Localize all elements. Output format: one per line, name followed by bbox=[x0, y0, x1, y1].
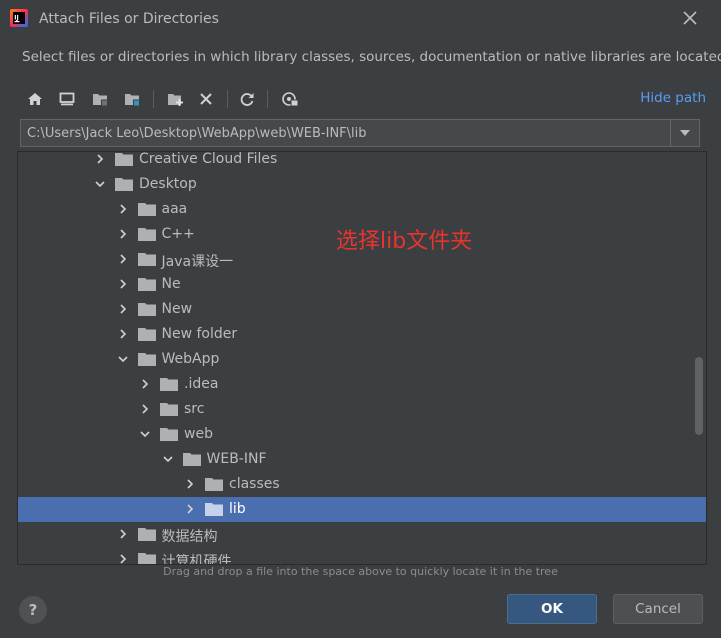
chevron-right-icon[interactable] bbox=[117, 278, 129, 290]
annotation-text: 选择lib文件夹 bbox=[336, 229, 473, 254]
hide-path-link[interactable]: Hide path bbox=[640, 90, 706, 106]
tree-row-label: aaa bbox=[161, 201, 188, 217]
chevron-down-icon[interactable] bbox=[117, 353, 129, 365]
tree-row[interactable]: Creative Cloud Files bbox=[18, 151, 706, 172]
folder-icon bbox=[115, 178, 133, 191]
ok-button[interactable]: OK bbox=[507, 594, 597, 624]
folder-icon bbox=[160, 378, 178, 391]
tree-row[interactable]: .idea bbox=[18, 372, 706, 397]
tree-row[interactable]: Ne bbox=[18, 272, 706, 297]
folder-icon bbox=[137, 253, 156, 266]
chevron-right-icon[interactable] bbox=[94, 153, 106, 165]
tree-row-label: Java课设一 bbox=[161, 254, 234, 270]
chevron-down-icon bbox=[680, 130, 690, 136]
path-input[interactable]: C:\Users\Jack Leo\Desktop\WebApp\web\WEB… bbox=[27, 126, 667, 141]
folder-icon bbox=[137, 203, 156, 216]
tree-row[interactable]: src bbox=[18, 397, 706, 422]
folder-icon bbox=[137, 528, 156, 541]
chevron-right-icon[interactable] bbox=[117, 228, 129, 240]
tree-row-label: 计算机硬件 bbox=[161, 554, 232, 565]
folder-icon bbox=[137, 278, 156, 291]
chevron-down-icon[interactable] bbox=[162, 453, 174, 465]
tree-row[interactable]: aaa bbox=[18, 197, 706, 222]
tree-row[interactable]: classes bbox=[18, 472, 706, 497]
path-combo[interactable]: C:\Users\Jack Leo\Desktop\WebApp\web\WEB… bbox=[20, 119, 700, 147]
tree-row[interactable]: Desktop bbox=[18, 172, 706, 197]
drag-drop-hint: Drag and drop a file into the space abov… bbox=[163, 565, 558, 578]
tree-row[interactable]: New bbox=[18, 297, 706, 322]
chevron-right-icon[interactable] bbox=[139, 403, 151, 415]
tree-row-label: classes bbox=[229, 476, 280, 492]
tree-row-label: WebApp bbox=[161, 351, 220, 367]
intellij-app-icon: IJ bbox=[10, 9, 28, 27]
folder-icon bbox=[137, 328, 156, 341]
folder-icon bbox=[205, 478, 223, 491]
refresh-icon[interactable] bbox=[234, 86, 260, 112]
toolbar bbox=[22, 86, 702, 112]
folder-icon bbox=[160, 428, 178, 441]
tree-row-label: web bbox=[184, 426, 213, 442]
title-bar: IJ Attach Files or Directories bbox=[0, 0, 721, 38]
folder-icon bbox=[182, 453, 201, 466]
tree-row-label: New bbox=[161, 301, 193, 317]
tree-row-label: lib bbox=[229, 501, 246, 517]
tree-row-label: Ne bbox=[161, 276, 181, 292]
folder-icon bbox=[137, 228, 156, 241]
tree-row[interactable]: 计算机硬件 bbox=[18, 547, 706, 565]
new-folder-icon[interactable] bbox=[162, 86, 188, 112]
tree-scrollbar[interactable] bbox=[695, 357, 703, 435]
tree-row[interactable]: New folder bbox=[18, 322, 706, 347]
tree-row-label: WEB-INF bbox=[206, 451, 267, 467]
chevron-right-icon[interactable] bbox=[139, 378, 151, 390]
show-hidden-icon[interactable] bbox=[277, 86, 303, 112]
close-icon[interactable] bbox=[681, 9, 699, 27]
tree-row[interactable]: 数据结构 bbox=[18, 522, 706, 547]
folder-icon bbox=[137, 353, 156, 366]
chevron-right-icon[interactable] bbox=[117, 203, 129, 215]
chevron-right-icon[interactable] bbox=[184, 478, 196, 490]
folder-icon bbox=[160, 403, 178, 416]
tree-row-label: C++ bbox=[161, 226, 195, 242]
home-icon[interactable] bbox=[22, 86, 48, 112]
chevron-right-icon[interactable] bbox=[117, 328, 129, 340]
folder-icon bbox=[115, 153, 133, 166]
chevron-down-icon[interactable] bbox=[139, 428, 151, 440]
chevron-right-icon[interactable] bbox=[117, 253, 129, 265]
help-button[interactable]: ? bbox=[19, 596, 47, 624]
tree-row-label: .idea bbox=[184, 376, 219, 392]
dialog-title: Attach Files or Directories bbox=[39, 11, 219, 27]
chevron-right-icon[interactable] bbox=[117, 303, 129, 315]
chevron-right-icon[interactable] bbox=[117, 553, 129, 565]
delete-icon[interactable] bbox=[193, 86, 219, 112]
project-folder-icon[interactable] bbox=[87, 86, 113, 112]
chevron-right-icon[interactable] bbox=[184, 503, 196, 515]
tree-row-label: src bbox=[184, 401, 205, 417]
tree-row-label: New folder bbox=[161, 326, 238, 342]
tree-row[interactable]: lib bbox=[18, 497, 706, 522]
file-tree[interactable]: 计算机硬件 数据结构 lib classes WEB-INF web src .idea Web… bbox=[17, 151, 707, 565]
chevron-right-icon[interactable] bbox=[117, 528, 129, 540]
desktop-icon[interactable] bbox=[54, 86, 80, 112]
tree-row[interactable]: WebApp bbox=[18, 347, 706, 372]
folder-icon bbox=[137, 553, 156, 564]
path-dropdown-button[interactable] bbox=[670, 120, 699, 146]
tree-row-label: Desktop bbox=[139, 176, 197, 192]
dialog-description: Select files or directories in which lib… bbox=[22, 49, 721, 65]
folder-icon bbox=[137, 303, 156, 316]
tree-row-label: Creative Cloud Files bbox=[139, 151, 278, 167]
chevron-down-icon[interactable] bbox=[94, 178, 106, 190]
tree-row-label: 数据结构 bbox=[161, 529, 218, 545]
cancel-button[interactable]: Cancel bbox=[613, 594, 703, 624]
tree-row[interactable]: web bbox=[18, 422, 706, 447]
svg-text:IJ: IJ bbox=[14, 15, 18, 22]
tree-row[interactable]: WEB-INF bbox=[18, 447, 706, 472]
folder-icon bbox=[205, 503, 223, 516]
module-folder-icon[interactable] bbox=[119, 86, 145, 112]
